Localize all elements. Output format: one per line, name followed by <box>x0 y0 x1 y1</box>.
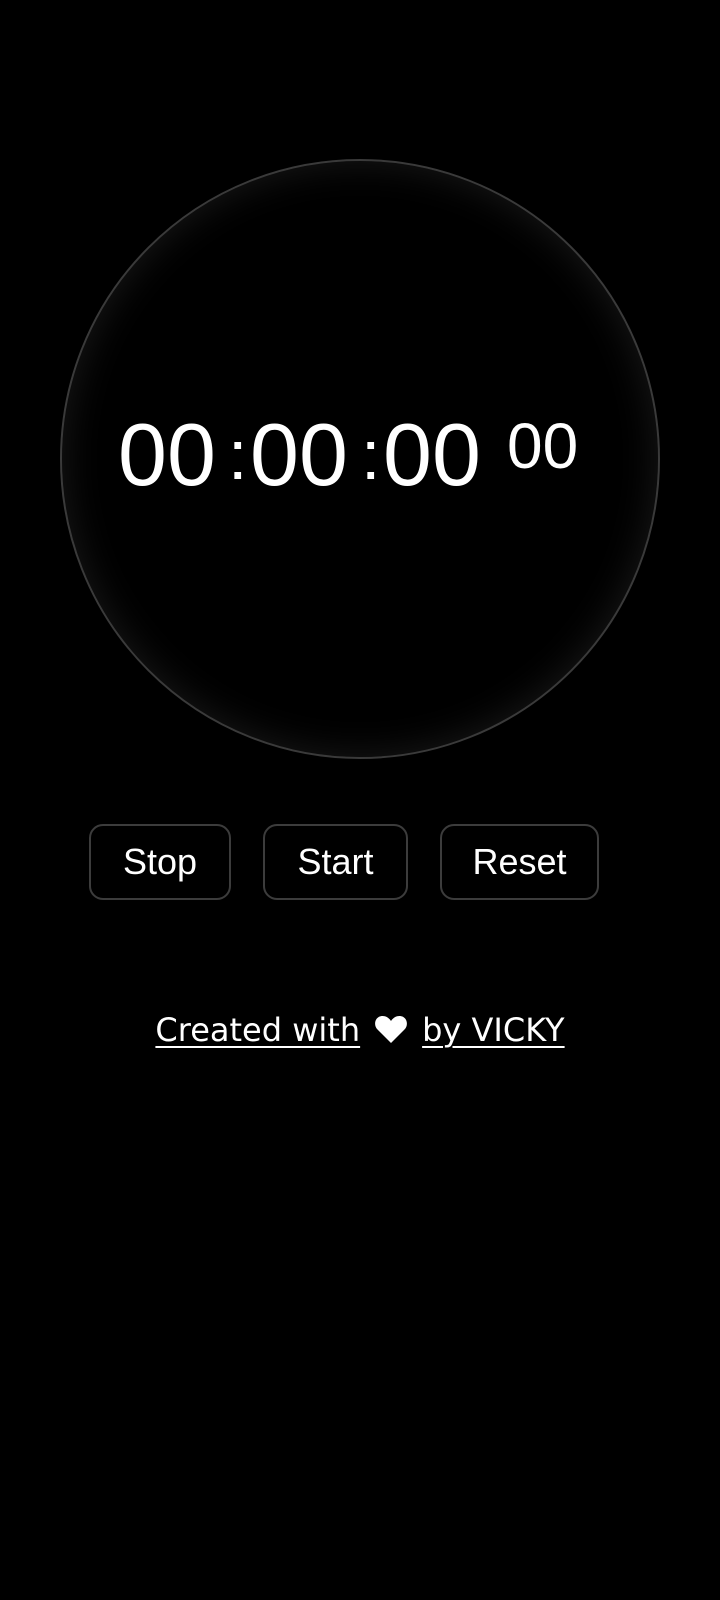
hours-value: 00 <box>118 405 216 504</box>
start-button[interactable]: Start <box>263 824 408 900</box>
reset-button[interactable]: Reset <box>440 824 599 900</box>
heart-icon <box>375 1015 408 1043</box>
credit-link[interactable]: Created with by VICKY <box>155 1011 564 1049</box>
credit-author: by VICKY <box>422 1011 565 1049</box>
minutes-value: 00 <box>250 405 348 504</box>
stopwatch-display: 00 : 00 : 00 00 <box>0 400 720 510</box>
footer-credit: Created with by VICKY <box>0 1000 720 1060</box>
centiseconds-value: 00 <box>507 410 579 482</box>
seconds-value: 00 <box>383 405 481 504</box>
credit-created-with: Created with <box>155 1011 361 1049</box>
hours-minutes-separator: : <box>228 416 248 494</box>
minutes-seconds-separator: : <box>361 416 381 494</box>
stop-button[interactable]: Stop <box>89 824 231 900</box>
